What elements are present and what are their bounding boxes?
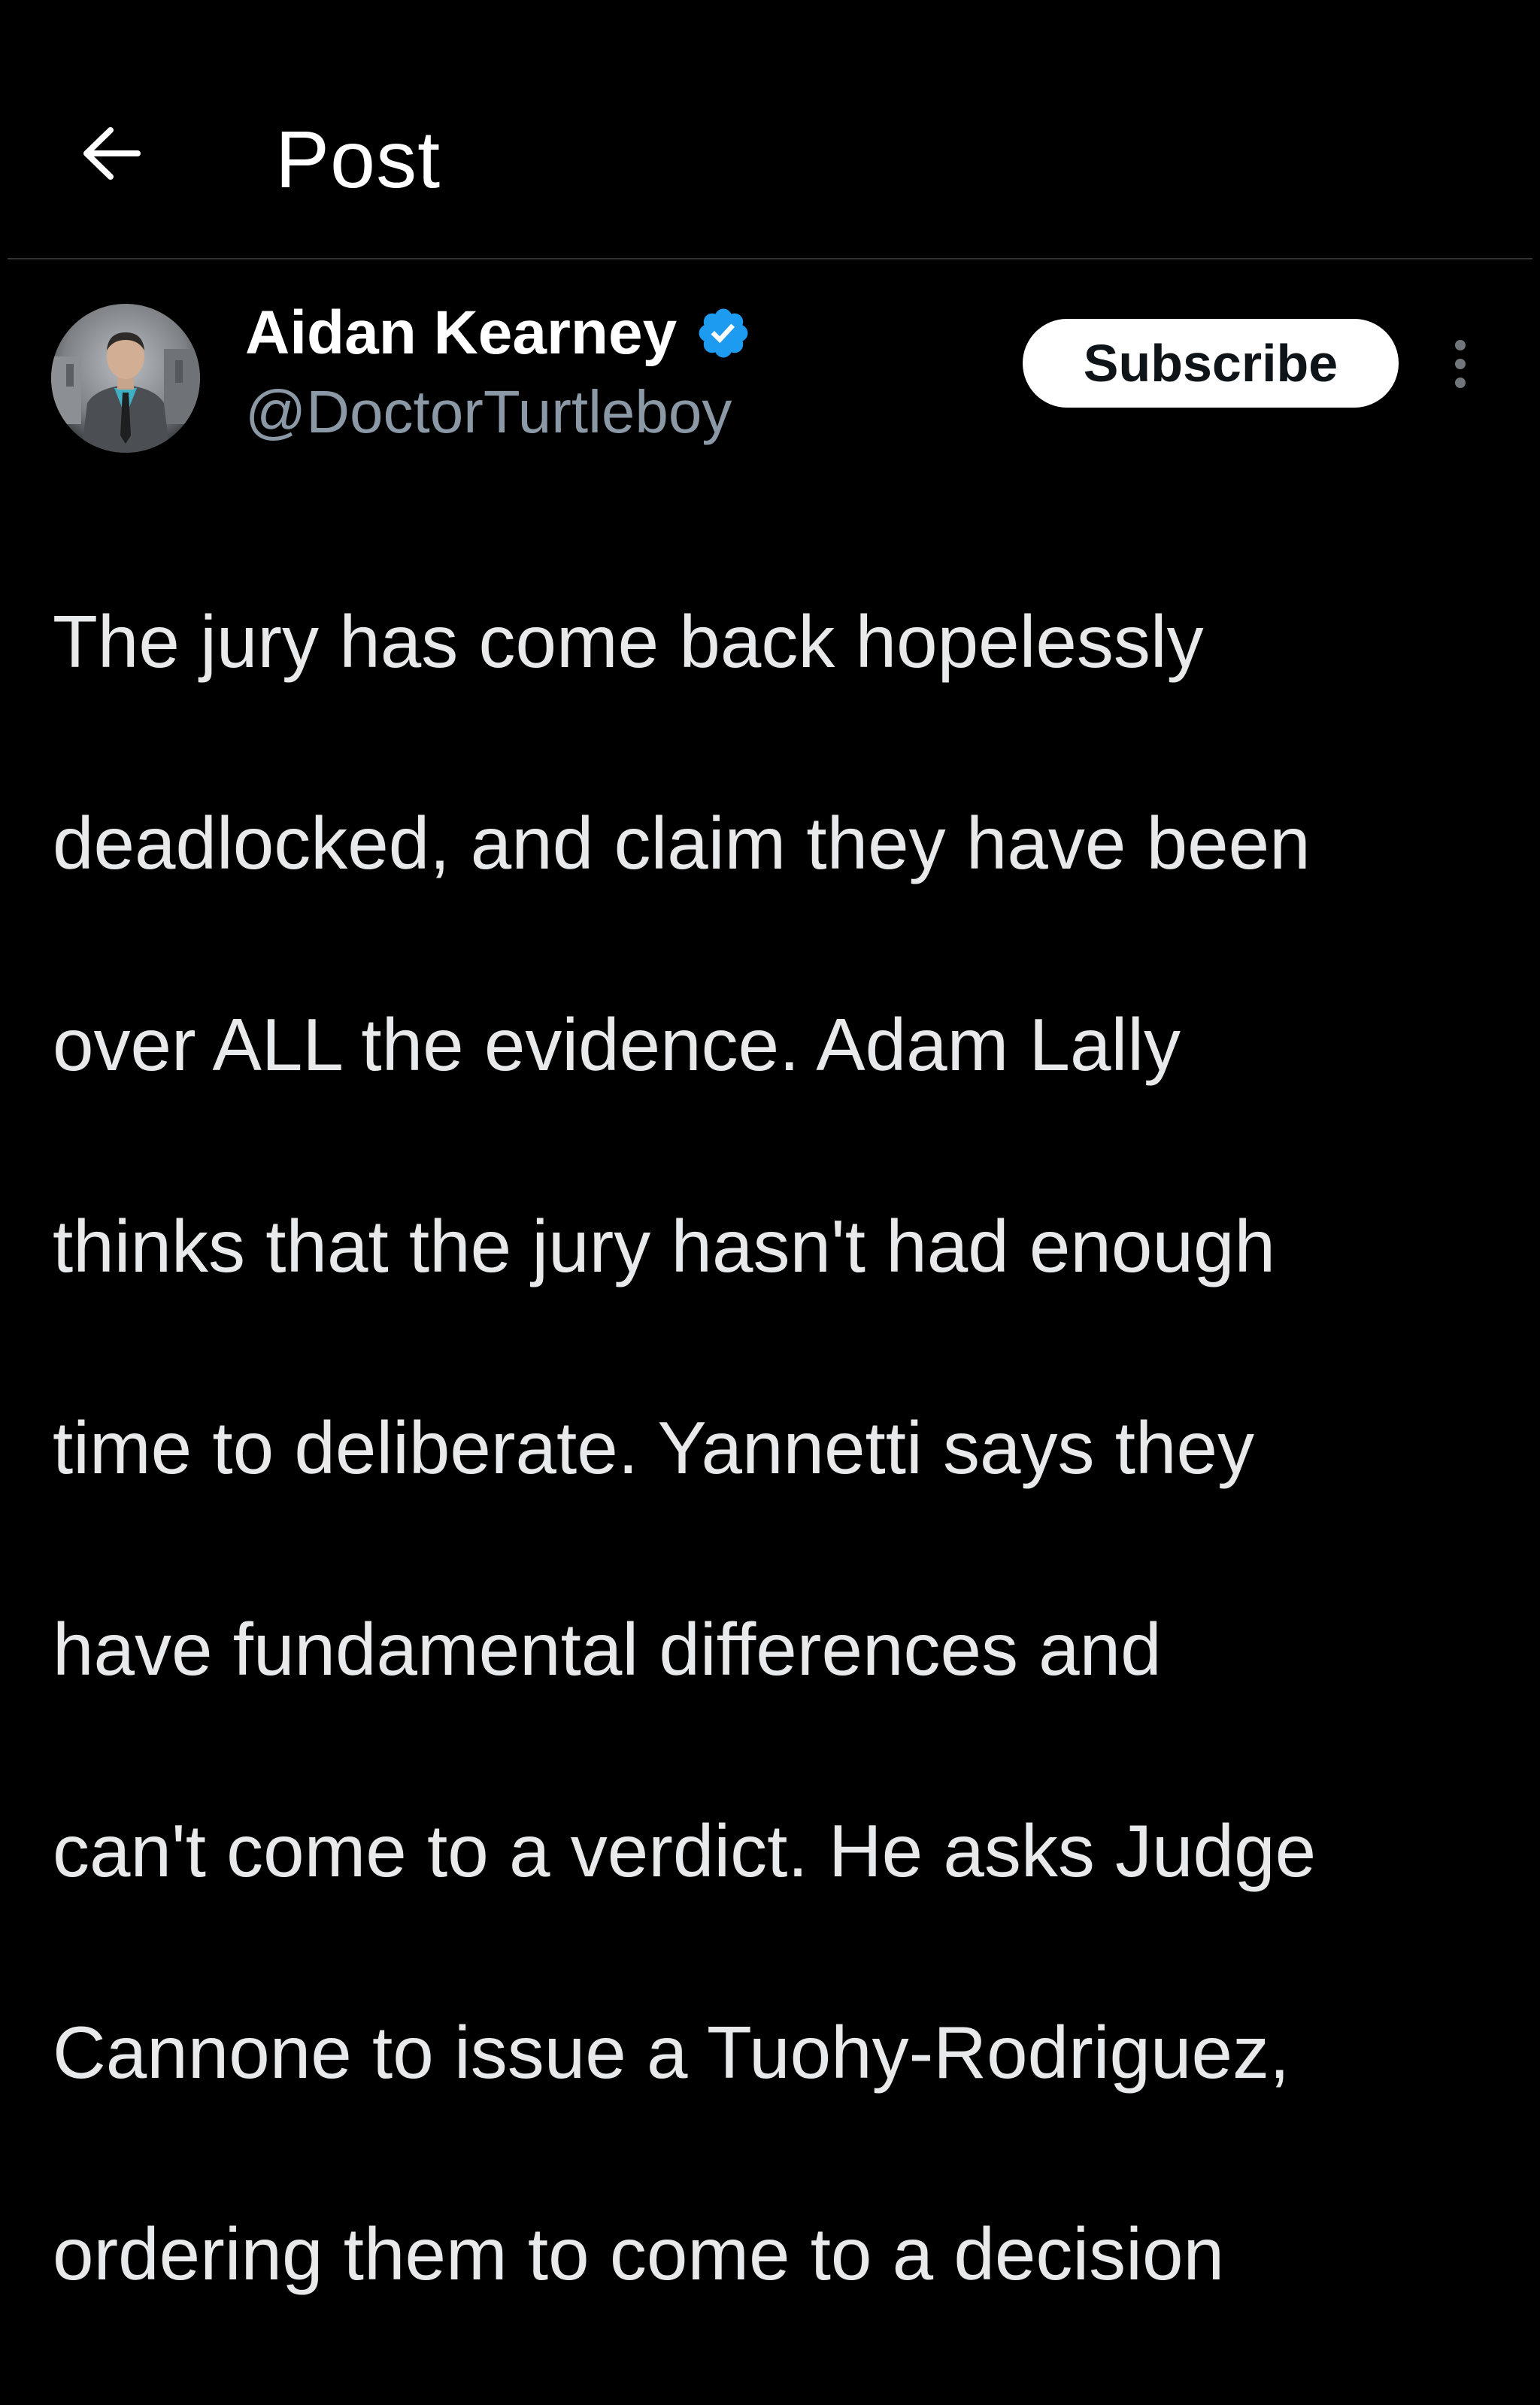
top-app-bar: Post — [0, 0, 1540, 259]
post-text-line: deadlocked, and claim they have been — [53, 802, 1311, 884]
post-text-line: Cannone to issue a Tuohy-Rodriguez, — [53, 2011, 1290, 2094]
author-name[interactable]: Aidan Kearney — [245, 299, 752, 367]
post-text-line: The jury has come back hopelessly — [53, 600, 1204, 683]
header-divider — [8, 258, 1532, 259]
post-text-line: can't come to a verdict. He asks Judge — [53, 1809, 1317, 1892]
author-name-label: Aidan Kearney — [245, 299, 678, 367]
post-text-line: ordering them to come to a decision — [53, 2212, 1224, 2295]
arrow-left-icon — [83, 127, 141, 180]
post-text-line: over ALL the evidence. Adam Lally — [53, 1003, 1181, 1086]
page-title: Post — [275, 114, 441, 205]
author-handle[interactable]: @DoctorTurtleboy — [245, 379, 732, 445]
subscribe-button[interactable]: Subscribe — [1023, 319, 1399, 408]
post-text: The jury has come back hopelessly deadlo… — [53, 490, 1466, 2405]
back-button[interactable] — [69, 111, 153, 196]
avatar[interactable] — [51, 304, 200, 453]
more-vertical-icon — [1455, 340, 1466, 388]
more-options-button[interactable] — [1441, 325, 1480, 403]
verified-badge-icon — [699, 308, 748, 358]
post-text-line: thinks that the jury hasn't had enough — [53, 1205, 1275, 1287]
post-text-line: have fundamental differences and — [53, 1608, 1162, 1691]
avatar-photo — [51, 304, 200, 453]
post-text-line: time to deliberate. Yannetti says they — [53, 1406, 1254, 1489]
